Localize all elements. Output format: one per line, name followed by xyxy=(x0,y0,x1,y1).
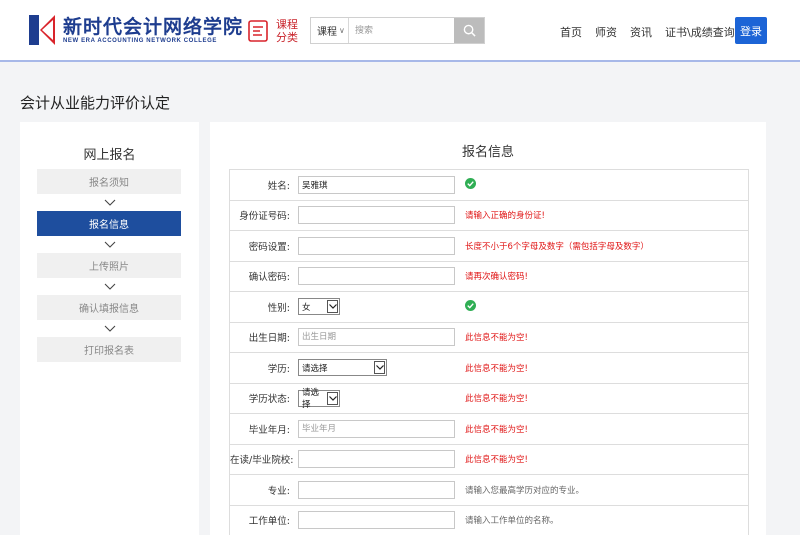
form-title: 报名信息 xyxy=(461,145,514,160)
form-row-confirm-password: 确认密码: 请再次确认密码! xyxy=(230,262,748,292)
logo-k-icon xyxy=(29,15,55,45)
form-row-gender: 性别: 女 xyxy=(230,292,748,323)
validation-message: 此信息不能为空! xyxy=(465,394,528,405)
course-category-button[interactable]: 课程分类 xyxy=(248,18,299,44)
step-upload-photo[interactable]: 上传照片 xyxy=(37,253,181,278)
nav-home[interactable]: 首页 xyxy=(560,24,582,40)
validation-message: 此信息不能为空! xyxy=(465,363,528,374)
confirm-password-input[interactable] xyxy=(298,267,455,286)
category-book-icon xyxy=(248,20,268,42)
step-registration-info[interactable]: 报名信息 xyxy=(37,211,181,236)
field-label: 确认密码: xyxy=(248,272,290,284)
check-circle-icon xyxy=(465,299,476,311)
validation-message: 此信息不能为空! xyxy=(465,455,528,466)
field-label: 性别: xyxy=(267,302,290,314)
validation-message: 此信息不能为空! xyxy=(465,333,528,344)
registration-form: 姓名: 身份证号码: 请输入正确的身份证! 密码设置: 长度不小于6个字母及数字… xyxy=(229,169,749,535)
logo-subtitle: NEW ERA ACCOUNTING NETWORK COLLEGE xyxy=(63,37,217,44)
chevron-down-icon xyxy=(375,365,384,371)
registration-steps-sidebar: 网上报名 报名须知 报名信息 上传照片 确认填报信息 打印报名表 xyxy=(20,122,199,535)
form-row-education-status: 学历状态: 请选择 此信息不能为空! xyxy=(230,384,748,414)
chevron-down-icon xyxy=(104,283,115,290)
validation-message: 请再次确认密码! xyxy=(465,272,528,283)
registration-form-panel: 报名信息 姓名: 身份证号码: 请输入正确的身份证! 密码设置: 长度不小于6个… xyxy=(210,122,766,535)
validation-message: 此信息不能为空! xyxy=(465,424,528,435)
form-row-education: 学历: 请选择 此信息不能为空! xyxy=(230,353,748,384)
step-print-form[interactable]: 打印报名表 xyxy=(37,337,181,362)
field-label: 专业: xyxy=(267,485,290,497)
check-circle-icon xyxy=(465,177,476,189)
chevron-down-icon xyxy=(104,241,115,248)
step-confirm-info[interactable]: 确认填报信息 xyxy=(37,295,181,320)
gender-select[interactable]: 女 xyxy=(298,298,340,316)
form-row-school: 在读/毕业院校: 此信息不能为空! xyxy=(230,445,748,475)
chevron-down-icon xyxy=(104,199,115,206)
field-label: 毕业年月: xyxy=(248,424,290,436)
field-label: 出生日期: xyxy=(248,333,290,345)
site-header: 新时代会计网络学院 NEW ERA ACCOUNTING NETWORK COL… xyxy=(0,0,800,62)
form-row-major: 专业: 请输入您最高学历对应的专业。 xyxy=(230,475,748,506)
search-bar: 课程 ∨ xyxy=(310,17,485,44)
school-input[interactable] xyxy=(298,450,455,469)
field-label: 学历状态: xyxy=(248,394,290,406)
form-row-password: 密码设置: 长度不小于6个字母及数字（需包括字母及数字） xyxy=(230,231,748,262)
name-input[interactable] xyxy=(298,175,455,194)
validation-message: 请输入正确的身份证! xyxy=(465,211,545,222)
logo-title: 新时代会计网络学院 xyxy=(63,15,244,38)
form-row-graduation-date: 毕业年月: 此信息不能为空! xyxy=(230,414,748,445)
form-row-birth-date: 出生日期: 此信息不能为空! xyxy=(230,323,748,353)
field-label: 密码设置: xyxy=(248,241,290,253)
education-select[interactable]: 请选择 xyxy=(298,359,387,377)
education-status-select[interactable]: 请选择 xyxy=(298,388,340,410)
chevron-down-icon xyxy=(328,304,337,310)
search-icon xyxy=(463,24,476,37)
site-logo[interactable]: 新时代会计网络学院 NEW ERA ACCOUNTING NETWORK COL… xyxy=(29,15,243,45)
search-input[interactable] xyxy=(349,18,454,43)
validation-message: 长度不小于6个字母及数字（需包括字母及数字） xyxy=(465,241,649,252)
page-title: 会计从业能力评价认定 xyxy=(20,94,171,112)
hint-message: 请输入您最高学历对应的专业。 xyxy=(465,485,585,496)
top-nav: 首页 师资 资讯 证书\成绩查询 xyxy=(560,24,748,40)
nav-news[interactable]: 资讯 xyxy=(630,24,652,40)
field-label: 在读/毕业院校: xyxy=(230,455,294,467)
chevron-down-icon xyxy=(328,395,337,401)
chevron-down-icon: ∨ xyxy=(339,26,345,35)
nav-certificate-query[interactable]: 证书\成绩查询 xyxy=(665,24,735,40)
nav-teachers[interactable]: 师资 xyxy=(595,24,617,40)
graduation-date-input[interactable] xyxy=(298,419,455,438)
field-label: 姓名: xyxy=(267,180,290,192)
login-button[interactable]: 登录 xyxy=(735,17,767,44)
hint-message: 请输入工作单位的名称。 xyxy=(465,516,559,527)
field-label: 学历: xyxy=(267,363,290,375)
search-type-select[interactable]: 课程 ∨ xyxy=(311,18,349,43)
field-label: 工作单位: xyxy=(248,516,290,528)
step-registration-notice[interactable]: 报名须知 xyxy=(37,169,181,194)
form-row-name: 姓名: xyxy=(230,170,748,201)
form-row-id-number: 身份证号码: 请输入正确的身份证! xyxy=(230,201,748,231)
employer-input[interactable] xyxy=(298,511,455,530)
chevron-down-icon xyxy=(104,325,115,332)
search-button[interactable] xyxy=(454,18,484,43)
course-category-label: 课程分类 xyxy=(276,18,298,44)
birth-date-input[interactable] xyxy=(298,328,455,347)
id-number-input[interactable] xyxy=(298,206,455,225)
sidebar-title: 网上报名 xyxy=(83,148,136,163)
field-label: 身份证号码: xyxy=(239,211,290,223)
form-row-employer: 工作单位: 请输入工作单位的名称。 xyxy=(230,506,748,535)
password-input[interactable] xyxy=(298,236,455,255)
major-input[interactable] xyxy=(298,480,455,499)
